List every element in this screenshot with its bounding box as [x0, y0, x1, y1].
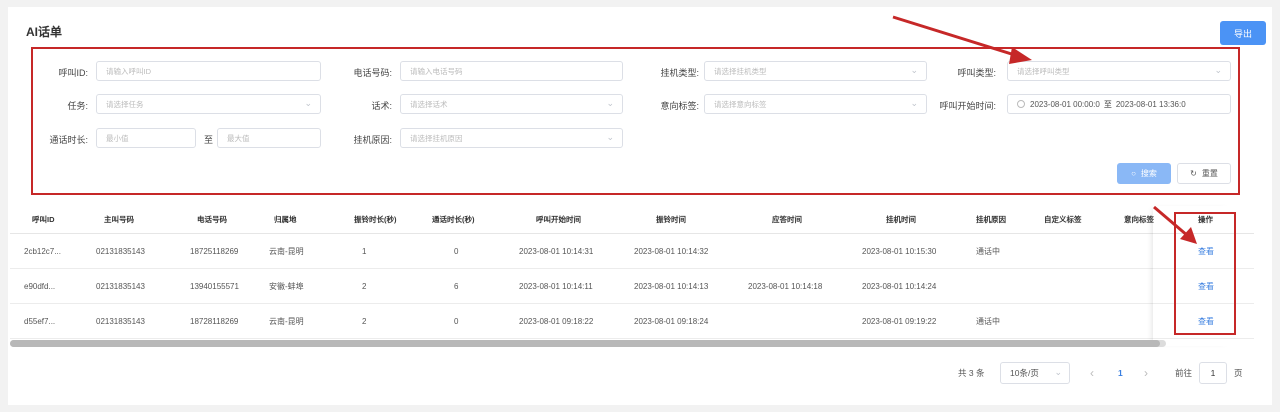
- annotation-arrows: [892, 15, 1197, 244]
- arrow-to-actions: [1153, 205, 1197, 244]
- arrow-to-call-type: [892, 15, 1032, 64]
